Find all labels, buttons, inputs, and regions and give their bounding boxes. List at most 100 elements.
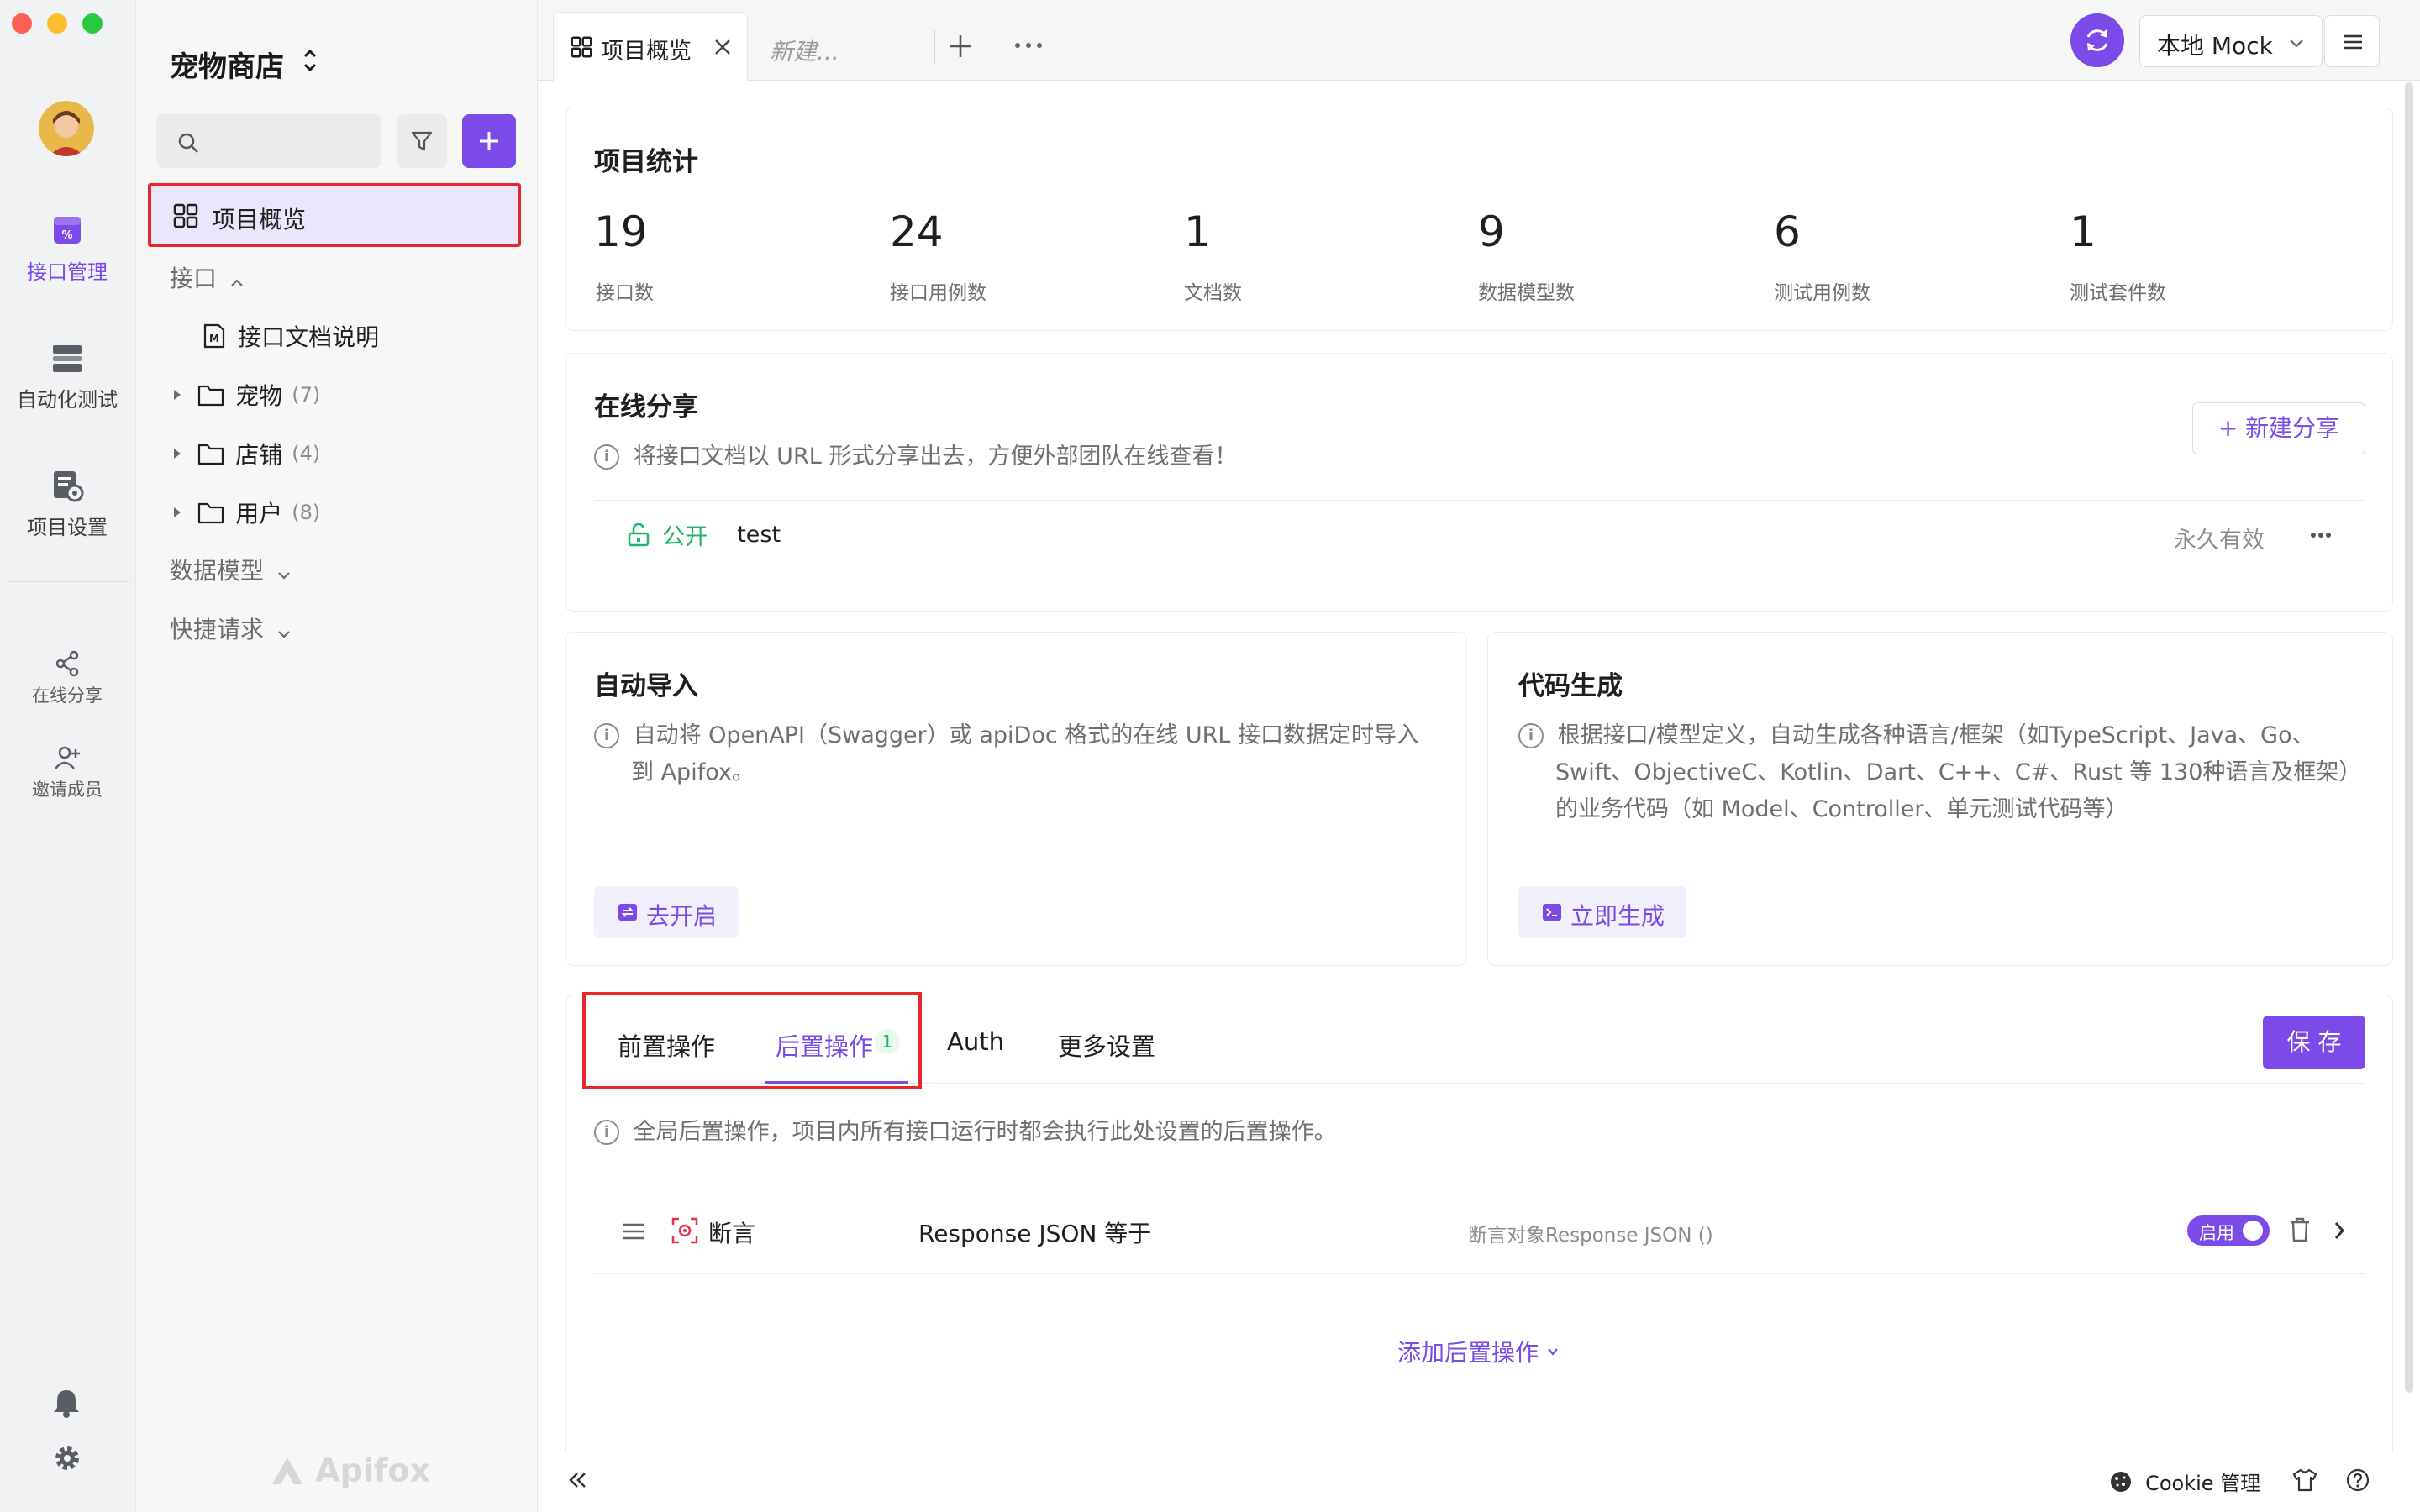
add-user-icon [55,746,80,769]
folder-name: 宠物 [235,382,283,410]
sidebar-item-label: 项目概览 [212,206,307,234]
scrollbar[interactable] [2405,82,2413,1393]
hamburger-menu-icon [2344,34,2362,50]
more-options-icon[interactable] [2310,532,2332,538]
sidebar-folder-pets[interactable]: 宠物 (7) [171,378,320,412]
online-share-card: 在线分享 i 将接口文档以 URL 形式分享出去，方便外部团队在线查看！ + 新… [565,353,2393,612]
description-text: 自动将 OpenAPI（Swagger）或 apiDoc 格式的在线 URL 接… [633,722,1419,748]
stat-value: 6 [1774,207,1801,256]
cookie-management-button[interactable]: Cookie 管理 [2109,1467,2260,1496]
add-button[interactable] [462,114,516,168]
info-icon: i [594,444,619,470]
sidebar-folder-stores[interactable]: 店铺 (4) [171,437,320,470]
menu-button[interactable] [2324,15,2380,67]
sync-icon [2086,29,2108,51]
rail-item-invite-member[interactable]: 邀请成员 [0,744,134,801]
sync-button[interactable] [2070,13,2124,67]
cookie-label: Cookie 管理 [2145,1472,2261,1495]
filter-button[interactable] [397,114,447,168]
generate-code-button[interactable]: 立即生成 [1518,886,1686,938]
caret-right-icon [174,390,181,400]
post-operation-row[interactable]: 断言 Response JSON 等于 断言对象Response JSON ()… [594,1185,2365,1274]
share-description: i 将接口文档以 URL 形式分享出去，方便外部团队在线查看！ [594,438,1237,475]
more-tabs-icon[interactable] [1013,40,1044,50]
description-text: Swift、ObjectiveC、Kotlin、Dart、C++、C#、Rust… [1555,759,2362,785]
chevron-down-icon [278,630,290,638]
caret-right-icon [174,507,181,517]
sidebar-item-api-doc[interactable]: M 接口文档说明 [203,319,379,353]
window-close-button[interactable] [12,13,32,34]
window-minimize-button[interactable] [47,13,67,34]
search-input[interactable] [156,114,381,168]
info-icon: i [594,1119,619,1145]
stat-value: 19 [594,207,648,256]
card-title: 项目统计 [594,147,698,177]
trash-icon[interactable] [2288,1217,2312,1242]
code-generation-card: 代码生成 i 根据接口/模型定义，自动生成各种语言/框架（如TypeScript… [1487,632,2393,966]
project-name[interactable]: 宠物商店 [170,44,284,85]
sidebar-group-api[interactable]: 接口 [170,260,245,294]
settings-gear-icon[interactable] [52,1443,82,1473]
add-post-operation-button[interactable]: 添加后置操作 [1397,1335,1560,1368]
avatar[interactable] [39,101,94,156]
tab-project-overview[interactable]: 项目概览 [553,12,748,81]
rail-item-project-settings[interactable]: 项目设置 [0,469,134,540]
sidebar-group-quick-request[interactable]: 快捷请求 [170,612,292,645]
new-tab-plus-icon[interactable] [948,34,973,59]
shirt-theme-icon[interactable] [2292,1468,2317,1492]
folder-count: (8) [292,501,321,524]
environment-select[interactable]: 本地 Mock [2139,15,2323,67]
drag-handle-icon[interactable] [621,1222,646,1241]
operation-name: Response JSON 等于 [918,1220,1152,1247]
rail-item-api-management[interactable]: % 接口管理 [0,213,134,285]
project-settings-icon [54,471,84,502]
sidebar-item-project-overview[interactable]: 项目概览 [148,183,521,247]
new-share-button[interactable]: + 新建分享 [2192,402,2365,454]
tab-divider [934,30,935,64]
chevron-down-icon [1548,1348,1558,1356]
folder-name: 店铺 [235,441,283,469]
rail-label: 邀请成员 [32,780,103,800]
tab-new[interactable]: 新建... [770,34,839,67]
window-zoom-button[interactable] [82,13,103,34]
sidebar-folder-users[interactable]: 用户 (8) [171,496,320,529]
button-label: 添加后置操作 [1397,1339,1539,1367]
post-ops-description: i 全局后置操作，项目内所有接口运行时都会执行此处设置的后置操作。 [594,1113,1337,1151]
operation-type: 断言 [708,1220,756,1247]
description-text: 将接口文档以 URL 形式分享出去，方便外部团队在线查看！ [633,443,1238,470]
cookie-icon [2111,1471,2131,1492]
sidebar-group-data-models[interactable]: 数据模型 [170,553,292,586]
folder-count: (4) [292,442,321,465]
assertion-icon [671,1217,698,1244]
save-button[interactable]: 保 存 [2263,1016,2365,1069]
unlock-icon [628,522,650,546]
button-label: 立即生成 [1570,902,1665,930]
share-row[interactable]: 公开 test [628,518,781,551]
tab-auth[interactable]: Auth [947,1027,1004,1056]
chevron-right-icon[interactable] [2332,1221,2347,1241]
rail-item-online-share[interactable]: 在线分享 [0,650,134,707]
description-text: 全局后置操作，项目内所有接口运行时都会执行此处设置的后置操作。 [633,1118,1337,1145]
button-label: 去开启 [646,902,718,930]
info-icon: i [594,722,619,748]
close-icon[interactable] [713,38,732,56]
collapse-sidebar-icon[interactable] [568,1470,588,1490]
enable-toggle[interactable]: 启用 [2187,1215,2270,1246]
folder-icon [197,385,224,407]
caret-right-icon [174,449,181,459]
folder-count: (7) [292,383,321,407]
operations-card: 前置操作 后置操作 1 Auth 更多设置 保 存 i 全局后置操作，项目内所有… [565,992,2393,1465]
project-switch-icon[interactable] [301,45,319,76]
enable-import-button[interactable]: 去开启 [594,886,739,938]
notification-bell-icon[interactable] [52,1388,81,1418]
terminal-icon [1543,904,1561,921]
group-label: 快捷请求 [170,616,265,643]
markdown-doc-icon: M [203,323,225,349]
help-icon[interactable] [2346,1468,2370,1492]
filter-icon [411,131,433,151]
tab-more-settings[interactable]: 更多设置 [1058,1027,1155,1063]
stat-label: 接口数 [596,282,654,304]
card-title: 代码生成 [1518,671,1623,701]
apifox-watermark: Apifox [271,1450,430,1489]
rail-item-automation-test[interactable]: 自动化测试 [0,341,134,412]
